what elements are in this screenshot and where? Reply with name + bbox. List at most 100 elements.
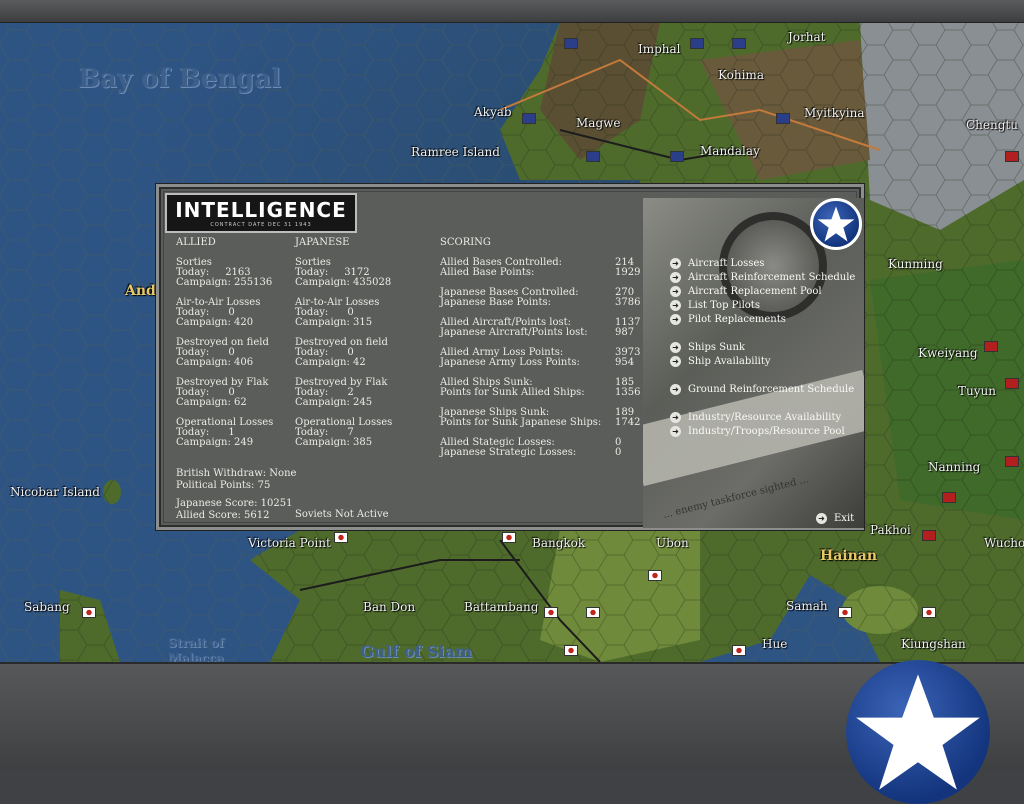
photo-caption: ... enemy taskforce sighted ...	[661, 474, 811, 521]
menu-aircraft-losses[interactable]: ➜ Aircraft Losses	[670, 257, 764, 269]
place-wucho[interactable]: Wucho	[984, 536, 1024, 550]
japanese-flag-icon[interactable]	[334, 532, 348, 543]
menu-ground-reinforcement-schedule[interactable]: ➜ Ground Reinforcement Schedule	[670, 383, 854, 395]
place-nicobar-island[interactable]: Nicobar Island	[10, 485, 100, 499]
place-victoria-point[interactable]: Victoria Point	[248, 536, 331, 550]
sea-label-strait: Strait of	[168, 636, 224, 650]
place-samah[interactable]: Samah	[786, 599, 828, 613]
japanese-flag-icon[interactable]	[502, 532, 516, 543]
scoring-value-strategic: 0 0	[615, 437, 622, 458]
scores: Japanese Score: 10251 Allied Score: 5612	[176, 498, 293, 521]
chinese-flag-icon[interactable]	[1005, 456, 1019, 467]
japanese-flag-icon[interactable]	[838, 607, 852, 618]
place-chengtu[interactable]: Chengtu	[966, 118, 1018, 132]
sea-label-gulf-of-siam: Gulf of Siam	[360, 642, 472, 661]
british-flag-icon[interactable]	[564, 38, 578, 49]
british-flag-icon[interactable]	[690, 38, 704, 49]
menu-industry-troops-resource-pool[interactable]: ➜ Industry/Troops/Resource Pool	[670, 425, 845, 437]
place-jorhat[interactable]: Jorhat	[788, 30, 825, 44]
allied-destroyed-field: Destroyed on field Today: 0 Campaign: 40…	[176, 337, 269, 368]
chinese-flag-icon[interactable]	[1005, 378, 1019, 389]
scoring-label-strategic: Allied Stategic Losses: Japanese Strateg…	[440, 437, 577, 458]
arrow-right-icon: ➜	[670, 285, 681, 297]
japanese-flag-icon[interactable]	[732, 645, 746, 656]
place-ramree-island[interactable]: Ramree Island	[411, 145, 500, 159]
japanese-flag-icon[interactable]	[564, 645, 578, 656]
scoring-label-allied-ships: Allied Ships Sunk: Points for Sunk Allie…	[440, 377, 585, 398]
place-ban-don[interactable]: Ban Don	[363, 600, 415, 614]
chinese-flag-icon[interactable]	[984, 341, 998, 352]
place-akyab[interactable]: Akyab	[474, 105, 512, 119]
place-mandalay[interactable]: Mandalay	[700, 144, 760, 158]
allied-air-to-air: Air-to-Air Losses Today: 0 Campaign: 420	[176, 297, 261, 328]
british-flag-icon[interactable]	[776, 113, 790, 124]
chinese-flag-icon[interactable]	[922, 530, 936, 541]
british-withdraw: British Withdraw: None Political Points:…	[176, 468, 297, 491]
chinese-flag-icon[interactable]	[942, 492, 956, 503]
allied-star-icon[interactable]	[846, 660, 990, 804]
intelligence-panel: INTELLIGENCE CONTRACT DATE DEC 31 1943 A…	[156, 184, 864, 530]
allied-star-icon	[810, 198, 862, 250]
japanese-flag-icon[interactable]	[648, 570, 662, 581]
british-flag-icon[interactable]	[732, 38, 746, 49]
scoring-label-bases-allied: Allied Bases Controlled: Allied Base Poi…	[440, 257, 563, 278]
british-flag-icon[interactable]	[670, 151, 684, 162]
place-kweiyang[interactable]: Kweiyang	[918, 346, 978, 360]
place-myitkyina[interactable]: Myitkyina	[804, 106, 865, 120]
arrow-right-icon: ➜	[816, 512, 827, 524]
arrow-right-icon: ➜	[670, 411, 681, 423]
allied-operational: Operational Losses Today: 1 Campaign: 24…	[176, 417, 274, 448]
allied-header: ALLIED	[176, 237, 216, 248]
arrow-right-icon: ➜	[670, 425, 681, 437]
arrow-right-icon: ➜	[670, 299, 681, 311]
place-ubon[interactable]: Ubon	[656, 536, 689, 550]
scoring-label-bases-japanese: Japanese Bases Controlled: Japanese Base…	[440, 287, 579, 308]
menu-industry-resource-availability[interactable]: ➜ Industry/Resource Availability	[670, 411, 841, 423]
japanese-flag-icon[interactable]	[544, 607, 558, 618]
japanese-flag-icon[interactable]	[922, 607, 936, 618]
japanese-operational: Operational Losses Today: 7 Campaign: 38…	[295, 417, 393, 448]
scoring-label-army: Allied Army Loss Points: Japanese Army L…	[440, 347, 580, 368]
place-imphal[interactable]: Imphal	[638, 42, 681, 56]
japanese-flag-icon[interactable]	[586, 607, 600, 618]
arrow-right-icon: ➜	[670, 271, 681, 283]
menu-aircraft-replacement-pool[interactable]: ➜ Aircraft Replacement Pool	[670, 285, 822, 297]
place-magwe[interactable]: Magwe	[576, 116, 621, 130]
place-sabang[interactable]: Sabang	[24, 600, 70, 614]
british-flag-icon[interactable]	[522, 113, 536, 124]
scoring-value-japanese-ships: 189 1742	[615, 407, 641, 428]
menu-aircraft-reinforcement-schedule[interactable]: ➜ Aircraft Reinforcement Schedule	[670, 271, 855, 283]
scoring-value-bases-allied: 214 1929	[615, 257, 641, 278]
soviets-status: Soviets Not Active	[295, 509, 389, 520]
contract-date: CONTRACT DATE DEC 31 1943	[210, 222, 312, 228]
place-tuyun[interactable]: Tuyun	[958, 384, 996, 398]
place-hue[interactable]: Hue	[762, 637, 787, 651]
japanese-air-to-air: Air-to-Air Losses Today: 0 Campaign: 315	[295, 297, 380, 328]
japanese-destroyed-field: Destroyed on field Today: 0 Campaign: 42	[295, 337, 388, 368]
place-kunming[interactable]: Kunming	[888, 257, 943, 271]
place-bangkok[interactable]: Bangkok	[532, 536, 585, 550]
arrow-right-icon: ➜	[670, 313, 681, 325]
exit-button[interactable]: ➜ Exit	[816, 512, 854, 524]
allied-destroyed-flak: Destroyed by Flak Today: 0 Campaign: 62	[176, 377, 269, 408]
place-battambang[interactable]: Battambang	[464, 600, 538, 614]
arrow-right-icon: ➜	[670, 383, 681, 395]
menu-pilot-replacements[interactable]: ➜ Pilot Replacements	[670, 313, 786, 325]
scoring-label-japanese-ships: Japanese Ships Sunk: Points for Sunk Jap…	[440, 407, 602, 428]
japanese-destroyed-flak: Destroyed by Flak Today: 2 Campaign: 245	[295, 377, 388, 408]
japanese-flag-icon[interactable]	[82, 607, 96, 618]
menu-ships-sunk[interactable]: ➜ Ships Sunk	[670, 341, 745, 353]
scoring-value-aircraft: 1137 987	[615, 317, 641, 338]
menu-ship-availability[interactable]: ➜ Ship Availability	[670, 355, 771, 367]
place-kohima[interactable]: Kohima	[718, 68, 764, 82]
intelligence-title-plate: INTELLIGENCE CONTRACT DATE DEC 31 1943	[165, 193, 357, 233]
top-toolbar	[0, 0, 1024, 23]
place-nanning[interactable]: Nanning	[928, 460, 980, 474]
scoring-label-aircraft: Allied Aircraft/Points lost: Japanese Ai…	[440, 317, 588, 338]
british-flag-icon[interactable]	[586, 151, 600, 162]
place-pakhoi[interactable]: Pakhoi	[870, 523, 911, 537]
chinese-flag-icon[interactable]	[1005, 151, 1019, 162]
menu-list-top-pilots[interactable]: ➜ List Top Pilots	[670, 299, 760, 311]
place-kiungshan[interactable]: Kiungshan	[901, 637, 966, 651]
japanese-sorties: Sorties Today: 3172 Campaign: 435028	[295, 257, 392, 288]
